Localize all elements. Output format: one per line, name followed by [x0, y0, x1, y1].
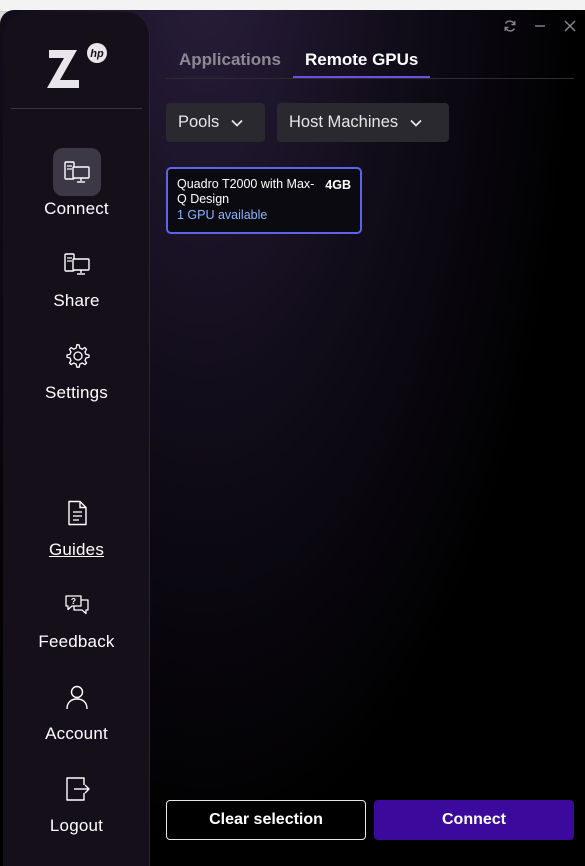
sidebar-item-label: Guides [48, 540, 105, 559]
tab-bar: Applications Remote GPUs [166, 46, 431, 80]
gpu-availability: 1 GPU available [177, 208, 268, 222]
chat-question-icon: ? [53, 581, 101, 629]
tab-applications[interactable]: Applications [166, 46, 293, 78]
sidebar-item-label: Connect [44, 199, 109, 218]
sidebar-item-feedback[interactable]: ? Feedback [3, 581, 150, 661]
tab-divider [166, 78, 574, 79]
close-icon [564, 20, 576, 32]
z-by-hp-logo: hp [47, 40, 111, 90]
connect-button[interactable]: Connect [374, 800, 574, 840]
gpu-memory: 4GB [325, 178, 351, 192]
chevron-down-icon [231, 119, 243, 127]
pools-dropdown-label: Pools [178, 113, 220, 131]
clear-selection-button[interactable]: Clear selection [166, 800, 366, 840]
host-machines-dropdown[interactable]: Host Machines [277, 103, 449, 142]
monitor-share-icon [53, 240, 101, 288]
tab-remote-gpus[interactable]: Remote GPUs [293, 46, 431, 78]
sidebar-item-guides[interactable]: Guides [3, 489, 150, 569]
sidebar-item-label: Settings [44, 383, 109, 402]
sidebar-item-connect[interactable]: Connect [3, 148, 150, 228]
svg-text:hp: hp [90, 48, 104, 60]
minimize-button[interactable] [525, 16, 555, 36]
monitor-icon [52, 148, 101, 196]
sidebar-item-label: Logout [49, 816, 104, 835]
sidebar-item-share[interactable]: Share [3, 240, 150, 320]
pools-dropdown[interactable]: Pools [166, 103, 265, 142]
user-icon [53, 673, 101, 721]
gear-icon [53, 332, 101, 380]
svg-text:?: ? [70, 596, 75, 606]
refresh-icon [504, 20, 516, 32]
document-icon [53, 489, 101, 537]
sidebar-item-settings[interactable]: Settings [3, 332, 150, 412]
window-controls [495, 16, 585, 36]
gpu-card[interactable]: Quadro T2000 with Max-Q Design 4GB 1 GPU… [166, 167, 362, 234]
sidebar-item-label: Feedback [38, 632, 115, 651]
sidebar-item-label: Account [45, 724, 108, 743]
sidebar: hp Connect Share Settings Guides ? Feedb… [3, 12, 150, 866]
sidebar-item-account[interactable]: Account [3, 673, 150, 753]
app-window: hp Connect Share Settings Guides ? Feedb… [0, 10, 585, 866]
logout-icon [53, 765, 101, 813]
sidebar-divider [11, 108, 142, 109]
minimize-icon [535, 25, 545, 27]
close-button[interactable] [555, 16, 585, 36]
host-machines-dropdown-label: Host Machines [289, 113, 399, 131]
sidebar-item-label: Share [53, 291, 100, 310]
sidebar-item-logout[interactable]: Logout [3, 765, 150, 845]
gpu-name: Quadro T2000 with Max-Q Design [177, 177, 315, 206]
chevron-down-icon [410, 119, 422, 127]
refresh-button[interactable] [495, 16, 525, 36]
